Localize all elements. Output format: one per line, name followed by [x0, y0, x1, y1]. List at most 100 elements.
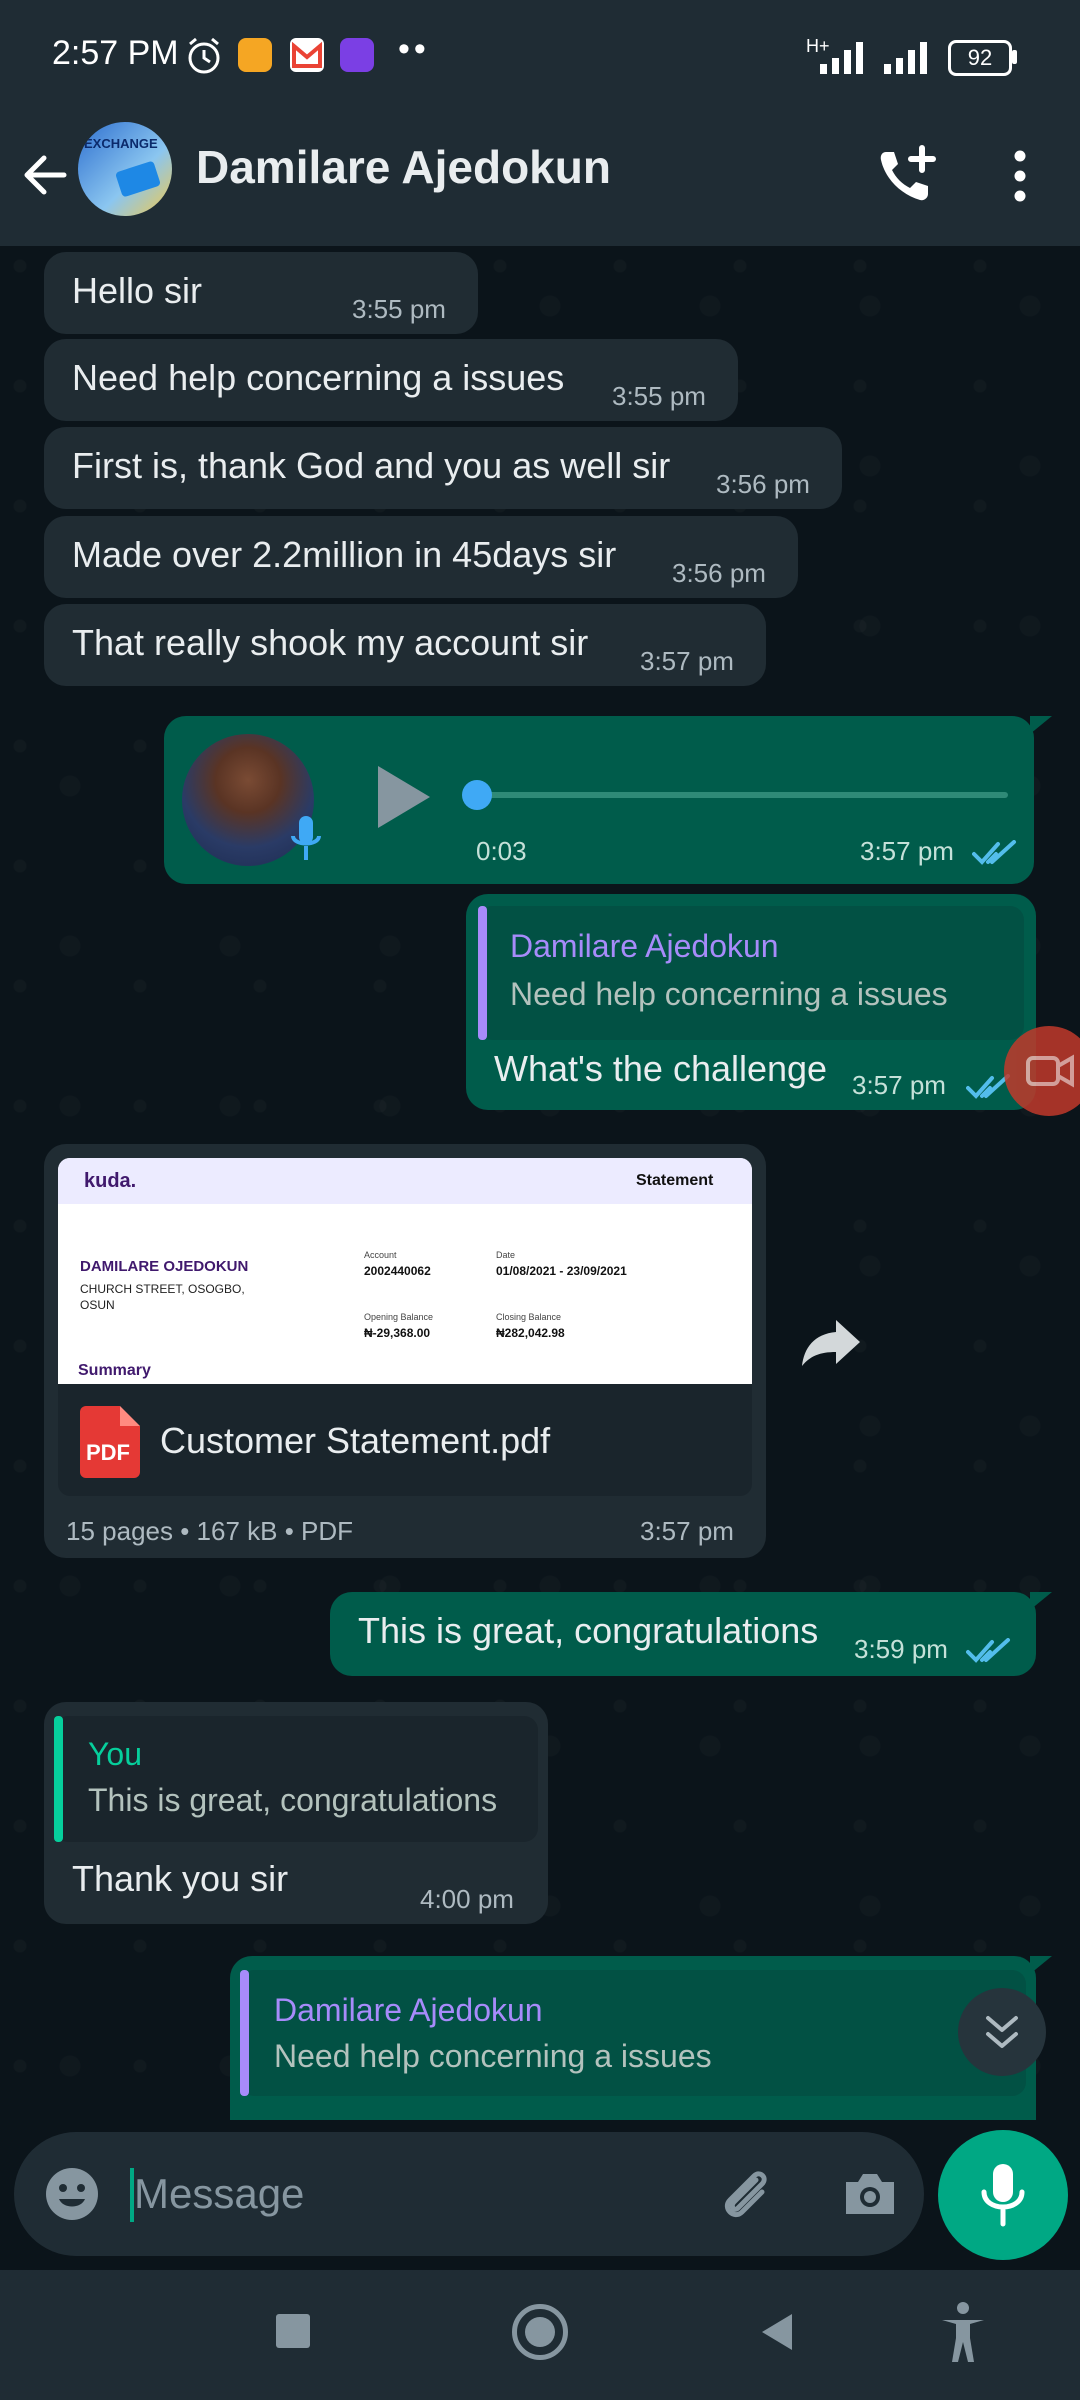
- quoted-message[interactable]: You This is great, congratulations: [54, 1716, 538, 1842]
- status-time: 2:57 PM: [52, 34, 179, 72]
- avatar[interactable]: EXCHANGE: [78, 122, 172, 216]
- system-navigation-bar: [0, 2270, 1080, 2400]
- back-arrow-icon[interactable]: [18, 148, 72, 202]
- attach-icon[interactable]: [714, 2162, 778, 2226]
- quote-text: This is great, congratulations: [88, 1782, 498, 1818]
- emoji-icon[interactable]: [42, 2164, 102, 2224]
- account-label: Account: [364, 1250, 397, 1260]
- gmail-icon: [290, 38, 324, 72]
- bubble-tail: [1030, 1592, 1052, 1610]
- more-options-icon[interactable]: [1000, 146, 1040, 206]
- quote-sender: Damilare Ajedokun: [510, 928, 779, 964]
- recents-button[interactable]: [276, 2314, 310, 2348]
- pdf-icon: PDF: [80, 1406, 140, 1478]
- scroll-to-bottom-button[interactable]: [958, 1988, 1046, 2076]
- home-button-dot: [525, 2317, 555, 2347]
- reply-message[interactable]: Damilare Ajedokun Need help concerning a…: [230, 1956, 1036, 2130]
- chat-area[interactable]: Hello sir 3:55 pm Need help concerning a…: [0, 246, 1080, 2130]
- incoming-message[interactable]: First is, thank God and you as well sir …: [44, 427, 842, 509]
- pdf-badge-text: PDF: [86, 1440, 130, 1465]
- signal-icon: [820, 42, 863, 74]
- avatar-card: [114, 160, 162, 198]
- message-time: 3:57 pm: [640, 646, 734, 676]
- message-time: 3:55 pm: [352, 294, 446, 324]
- battery-tip: [1012, 50, 1017, 64]
- closing-balance-value: ₦282,042.98: [496, 1326, 565, 1340]
- voice-progress-handle[interactable]: [462, 780, 492, 810]
- reply-message[interactable]: You This is great, congratulations Thank…: [44, 1702, 548, 1924]
- document-meta: 15 pages • 167 kB • PDF: [66, 1516, 354, 1546]
- reply-message[interactable]: Damilare Ajedokun Need help concerning a…: [466, 894, 1036, 1110]
- preview-title: Statement: [636, 1172, 714, 1189]
- bubble-tail: [1030, 716, 1052, 734]
- quote-bar: [478, 906, 487, 1040]
- message-text: Hello sir: [72, 270, 203, 311]
- document-filename: Customer Statement.pdf: [160, 1420, 551, 1461]
- message-time: 3:56 pm: [672, 558, 766, 588]
- app-notification-icon: [238, 38, 272, 72]
- read-ticks-icon: [972, 840, 1016, 865]
- app-notification-icon-2: [340, 38, 374, 72]
- incoming-message[interactable]: Hello sir 3:55 pm: [44, 252, 478, 334]
- summary-heading: Summary: [78, 1362, 151, 1379]
- opening-balance-value: ₦-29,368.00: [364, 1326, 431, 1340]
- add-call-icon[interactable]: [872, 140, 942, 210]
- contact-name[interactable]: Damilare Ajedokun: [196, 140, 611, 194]
- back-button[interactable]: [758, 2310, 796, 2354]
- voice-record-button[interactable]: [938, 2130, 1068, 2260]
- preview-address-2: OSUN: [80, 1298, 115, 1312]
- home-button[interactable]: [512, 2304, 568, 2360]
- read-ticks-icon: [966, 1638, 1010, 1663]
- play-icon[interactable]: [370, 762, 434, 832]
- alarm-icon: [188, 37, 220, 74]
- message-text: This is great, congratulations: [358, 1610, 819, 1651]
- quote-bar: [240, 1970, 249, 2096]
- forward-icon[interactable]: [800, 1316, 864, 1368]
- chevron-double-down-icon: [986, 2016, 1018, 2048]
- document-message[interactable]: kuda. Statement DAMILARE OJEDOKUN CHURCH…: [44, 1144, 766, 1558]
- message-time: 3:55 pm: [612, 381, 706, 411]
- composer-bar: Message: [0, 2130, 1080, 2270]
- kuda-logo: kuda.: [84, 1170, 137, 1192]
- quote-bar: [54, 1716, 63, 1842]
- message-text: That really shook my account sir: [72, 622, 589, 663]
- chat-fade: [0, 2120, 1080, 2130]
- date-value: 01/08/2021 - 23/09/2021: [496, 1264, 627, 1278]
- message-time: 3:57 pm: [860, 836, 954, 866]
- message-time: 3:57 pm: [852, 1070, 946, 1100]
- document-preview[interactable]: kuda. Statement DAMILARE OJEDOKUN CHURCH…: [58, 1158, 752, 1384]
- message-text: First is, thank God and you as well sir: [72, 445, 671, 486]
- closing-balance-label: Closing Balance: [496, 1312, 562, 1322]
- account-value: 2002440062: [364, 1264, 431, 1278]
- quote-sender: Damilare Ajedokun: [274, 1992, 543, 2028]
- status-bar: 2:57 PM •• H+ 92: [0, 0, 1080, 110]
- opening-balance-label: Opening Balance: [364, 1312, 434, 1322]
- signal-icon-2: [884, 42, 927, 74]
- pdf-icon-fold: [120, 1406, 140, 1426]
- message-input[interactable]: Message: [134, 2170, 304, 2218]
- incoming-message[interactable]: Need help concerning a issues 3:55 pm: [44, 339, 738, 421]
- quoted-message[interactable]: Damilare Ajedokun Need help concerning a…: [240, 1970, 1026, 2096]
- incoming-message[interactable]: That really shook my account sir 3:57 pm: [44, 604, 766, 686]
- preview-name: DAMILARE OJEDOKUN: [80, 1258, 249, 1275]
- battery-level: 92: [967, 45, 993, 70]
- voice-message[interactable]: 0:03 3:57 pm: [164, 716, 1034, 884]
- camera-icon[interactable]: [840, 2164, 900, 2224]
- quoted-message[interactable]: Damilare Ajedokun Need help concerning a…: [478, 906, 1024, 1040]
- message-input-container[interactable]: Message: [14, 2132, 924, 2256]
- message-time: 3:56 pm: [716, 469, 810, 499]
- voice-progress-track[interactable]: [476, 792, 1008, 798]
- incoming-message[interactable]: Made over 2.2million in 45days sir 3:56 …: [44, 516, 798, 598]
- message-time: 3:57 pm: [640, 1516, 734, 1546]
- message-text: Need help concerning a issues: [72, 357, 565, 398]
- quote-sender: You: [88, 1736, 142, 1772]
- quote-text: Need help concerning a issues: [510, 976, 948, 1012]
- document-file-row[interactable]: PDF Customer Statement.pdf: [58, 1384, 752, 1496]
- accessibility-icon[interactable]: [938, 2300, 988, 2364]
- microphone-icon: [981, 2164, 1025, 2227]
- message-text: Made over 2.2million in 45days sir: [72, 534, 617, 575]
- message-time: 4:00 pm: [420, 1884, 514, 1914]
- outgoing-message[interactable]: This is great, congratulations 3:59 pm: [330, 1592, 1036, 1676]
- message-time: 3:59 pm: [854, 1634, 948, 1664]
- message-text: What's the challenge: [494, 1048, 828, 1089]
